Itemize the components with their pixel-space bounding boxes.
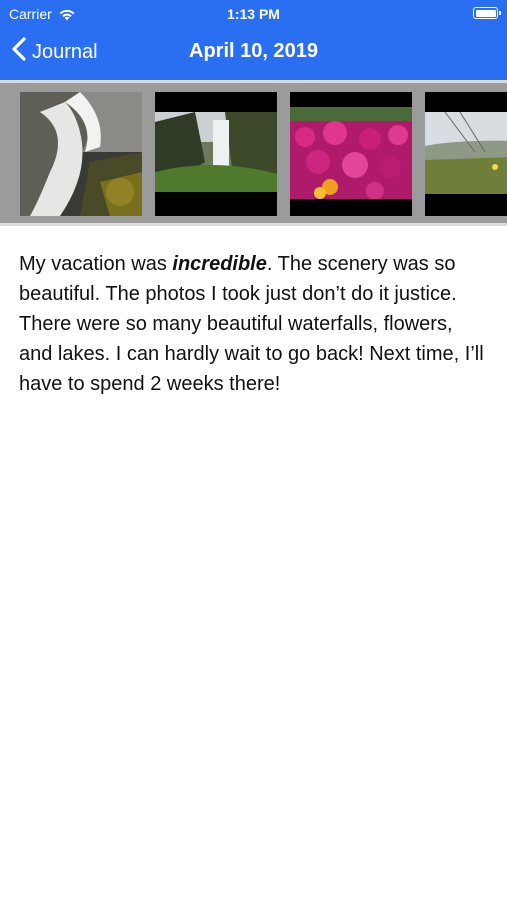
back-button[interactable]: Journal xyxy=(10,36,98,68)
entry-emphasis: incredible xyxy=(172,253,267,275)
photo-image xyxy=(290,107,412,199)
journal-entry-text[interactable]: My vacation was incredible. The scenery … xyxy=(19,249,489,399)
battery-icon xyxy=(473,7,501,19)
back-button-label: Journal xyxy=(32,40,98,63)
photo-image xyxy=(425,112,507,194)
photo-thumbnail-waterfall-valley[interactable] xyxy=(155,92,277,216)
photo-image xyxy=(20,92,142,216)
battery-terminal xyxy=(499,11,501,15)
photo-image xyxy=(155,112,277,192)
photo-thumbnail-flowers[interactable] xyxy=(290,92,412,216)
battery-level xyxy=(475,9,496,17)
photo-strip-track xyxy=(0,83,507,223)
photo-thumbnail-coastal-meadow[interactable] xyxy=(425,92,507,216)
header: Carrier 1:13 PM Journal April 10, 2019 xyxy=(0,0,507,80)
status-bar: Carrier 1:13 PM xyxy=(0,0,507,28)
status-time: 1:13 PM xyxy=(227,6,280,22)
photo-thumbnail-waterfall-bw[interactable] xyxy=(20,92,142,216)
navigation-bar: Journal April 10, 2019 xyxy=(0,30,507,74)
photo-strip[interactable] xyxy=(0,80,507,226)
chevron-left-icon xyxy=(10,36,28,68)
entry-text-before: My vacation was xyxy=(19,253,173,275)
